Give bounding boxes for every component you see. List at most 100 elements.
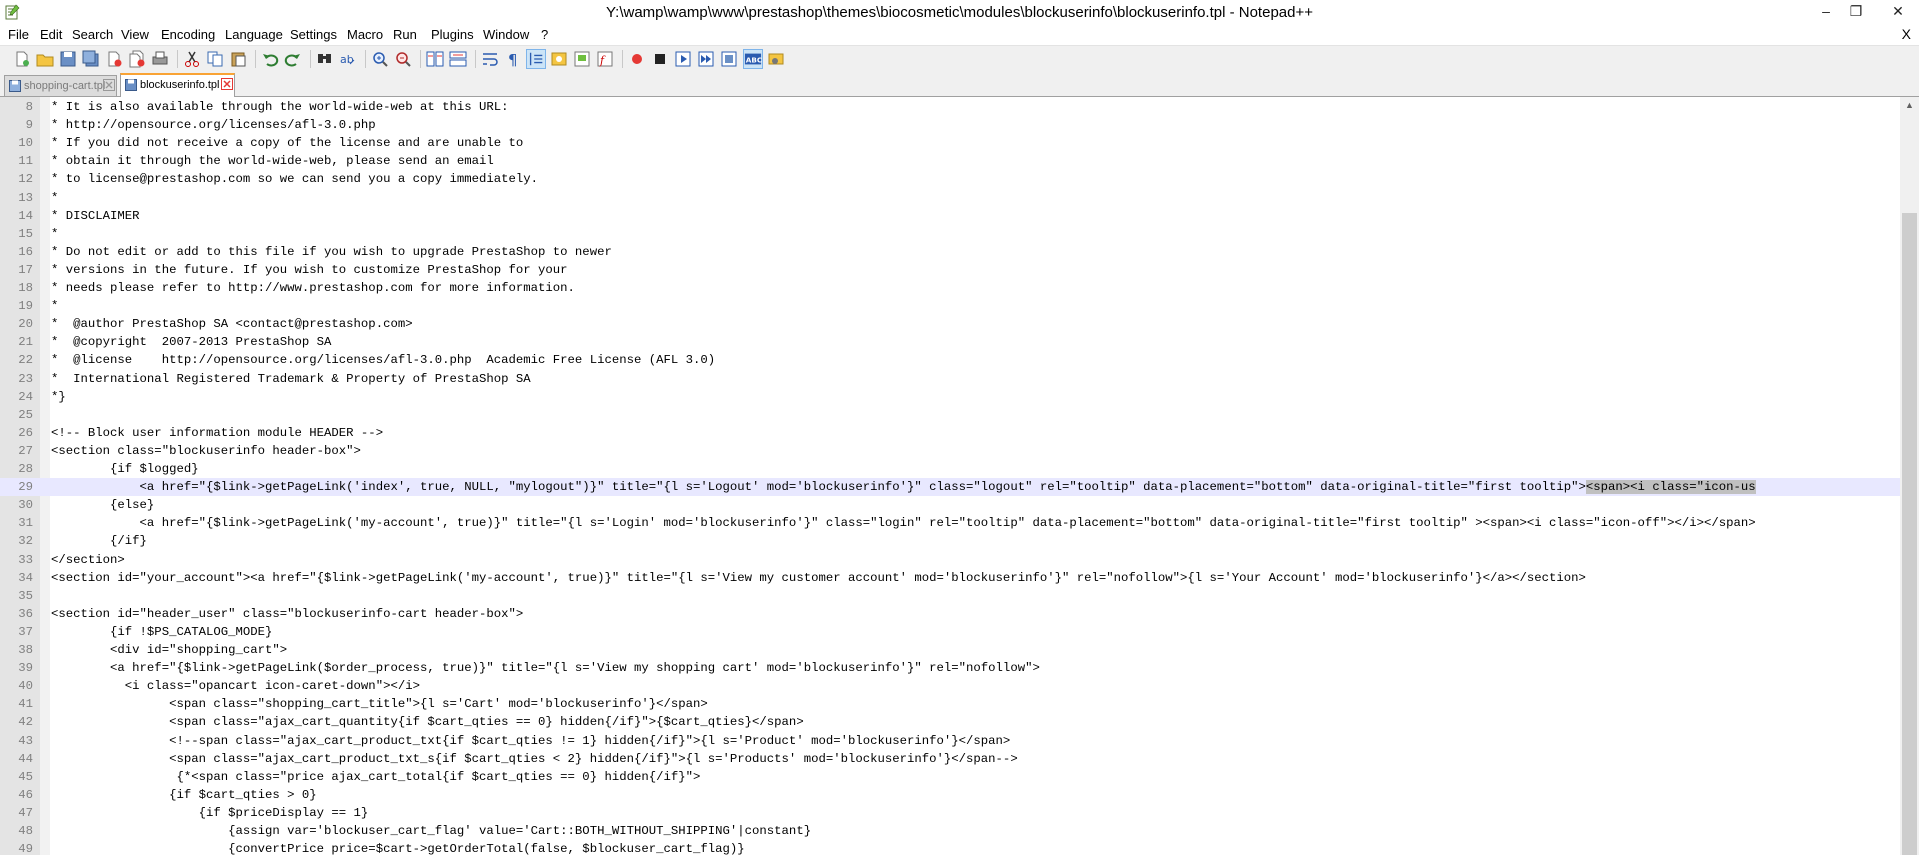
save-all-icon[interactable] (81, 49, 101, 69)
copy-icon[interactable] (205, 49, 225, 69)
code-line[interactable]: 44 <span class="ajax_cart_product_txt_s{… (0, 750, 1900, 768)
code-line[interactable]: 22 * @license http://opensource.org/licen… (0, 351, 1900, 369)
run-macro-multiple-icon[interactable] (696, 49, 716, 69)
code-line[interactable]: 13 * (0, 189, 1900, 207)
paste-icon[interactable] (228, 49, 248, 69)
user-lang-icon[interactable] (549, 49, 569, 69)
restore-button[interactable]: ❐ (1841, 0, 1871, 25)
zoom-in-icon[interactable] (370, 49, 390, 69)
indent-guide-icon[interactable] (526, 49, 546, 69)
new-file-icon[interactable] (12, 49, 32, 69)
play-macro-icon[interactable] (673, 49, 693, 69)
code-line[interactable]: 12 * to license@prestashop.com so we can … (0, 170, 1900, 188)
print-icon[interactable] (150, 49, 170, 69)
doc-map-icon[interactable] (572, 49, 592, 69)
code-line[interactable]: 17 * versions in the future. If you wish … (0, 261, 1900, 279)
sync-vertical-icon[interactable] (425, 49, 445, 69)
code-line[interactable]: 11 * obtain it through the world-wide-web… (0, 152, 1900, 170)
code-line[interactable]: 34 <section id="your_account"><a href="{$… (0, 569, 1900, 587)
code-line[interactable]: 28 {if $logged} (0, 460, 1900, 478)
code-line[interactable]: 9 * http://opensource.org/licenses/afl-3.… (0, 116, 1900, 134)
code-line[interactable]: 41 <span class="shopping_cart_title">{l … (0, 695, 1900, 713)
spell-check-icon[interactable]: ABC (743, 49, 763, 69)
code-line[interactable]: 27 <section class="blockuserinfo header-b… (0, 442, 1900, 460)
tab-close-icon[interactable] (221, 78, 233, 90)
code-line[interactable]: 18 * needs please refer to http://www.pre… (0, 279, 1900, 297)
menu-window[interactable]: Window (483, 26, 529, 43)
menu-run[interactable]: Run (393, 26, 417, 43)
redo-icon[interactable] (283, 49, 303, 69)
menu-encoding[interactable]: Encoding (161, 26, 215, 43)
code-line[interactable]: 14 * DISCLAIMER (0, 207, 1900, 225)
code-editor[interactable]: 8 * It is also available through the worl… (0, 97, 1900, 855)
replace-icon[interactable]: ab (338, 49, 358, 69)
show-all-chars-icon[interactable]: ¶ (503, 49, 523, 69)
vertical-scrollbar[interactable]: ▲ (1900, 97, 1919, 855)
code-line[interactable]: 21 * @copyright 2007-2013 PrestaShop SA (0, 333, 1900, 351)
menu-file[interactable]: File (8, 26, 29, 43)
code-line[interactable]: 25 (0, 406, 1900, 424)
find-icon[interactable] (315, 49, 335, 69)
code-line[interactable]: 42 <span class="ajax_cart_quantity{if $c… (0, 713, 1900, 731)
code-line[interactable]: 35 (0, 587, 1900, 605)
zoom-out-icon[interactable] (393, 49, 413, 69)
close-icon[interactable] (104, 49, 124, 69)
tab-shopping-cart[interactable]: shopping-cart.tpl (4, 75, 117, 96)
code-line[interactable]: 49 {convertPrice price=$cart->getOrderTo… (0, 840, 1900, 855)
code-line[interactable]: 45 {*<span class="price ajax_cart_total{… (0, 768, 1900, 786)
record-macro-icon[interactable] (627, 49, 647, 69)
code-line[interactable]: 39 <a href="{$link->getPageLink($order_p… (0, 659, 1900, 677)
code-line[interactable]: 43 <!--span class="ajax_cart_product_txt… (0, 732, 1900, 750)
plugin-icon[interactable] (766, 49, 786, 69)
code-line[interactable]: 19 * (0, 297, 1900, 315)
menu-language[interactable]: Language (225, 26, 283, 43)
word-wrap-icon[interactable] (480, 49, 500, 69)
code-line[interactable]: 8 * It is also available through the worl… (0, 98, 1900, 116)
menu-settings[interactable]: Settings (290, 26, 337, 43)
toolbar-separator (420, 50, 421, 68)
code-line[interactable]: 47 {if $priceDisplay == 1} (0, 804, 1900, 822)
line-text: <i class="opancart icon-caret-down"></i> (51, 677, 420, 695)
code-line[interactable]: 37 {if !$PS_CATALOG_MODE} (0, 623, 1900, 641)
code-line[interactable]: 16 * Do not edit or add to this file if y… (0, 243, 1900, 261)
code-line[interactable]: 48 {assign var='blockuser_cart_flag' val… (0, 822, 1900, 840)
line-number: 22 (18, 353, 33, 368)
code-line[interactable]: 24 *} (0, 388, 1900, 406)
menu-view[interactable]: View (121, 26, 149, 43)
code-line[interactable]: 15 * (0, 225, 1900, 243)
close-window-button[interactable]: ✕ (1880, 0, 1916, 25)
cut-icon[interactable] (182, 49, 202, 69)
tab-close-icon[interactable] (103, 79, 115, 91)
save-macro-icon[interactable] (719, 49, 739, 69)
function-list-icon[interactable]: f (595, 49, 615, 69)
code-line[interactable]: 40 <i class="opancart icon-caret-down"><… (0, 677, 1900, 695)
menu-plugins[interactable]: Plugins (431, 26, 474, 43)
code-line[interactable]: 26 <!-- Block user information module HEA… (0, 424, 1900, 442)
sync-horizontal-icon[interactable] (448, 49, 468, 69)
code-line[interactable]: 36 <section id="header_user" class="block… (0, 605, 1900, 623)
menu-edit[interactable]: Edit (40, 26, 62, 43)
save-icon[interactable] (58, 49, 78, 69)
tab-blockuserinfo[interactable]: blockuserinfo.tpl (120, 73, 235, 97)
stop-record-icon[interactable] (650, 49, 670, 69)
code-line[interactable]: 31 <a href="{$link->getPageLink('my-acco… (0, 514, 1900, 532)
scroll-up-icon[interactable]: ▲ (1900, 97, 1919, 114)
code-line[interactable]: 29 <a href="{$link->getPageLink('index',… (0, 478, 1900, 497)
code-line[interactable]: 32 {/if} (0, 532, 1900, 550)
close-all-icon[interactable] (127, 49, 147, 69)
code-line[interactable]: 30 {else} (0, 496, 1900, 514)
code-line[interactable]: 46 {if $cart_qties > 0} (0, 786, 1900, 804)
code-line[interactable]: 20 * @author PrestaShop SA <contact@prest… (0, 315, 1900, 333)
undo-icon[interactable] (260, 49, 280, 69)
code-line[interactable]: 23 * International Registered Trademark &… (0, 370, 1900, 388)
open-file-icon[interactable] (35, 49, 55, 69)
menu-help[interactable]: ? (541, 26, 548, 43)
minimize-button[interactable]: – (1811, 0, 1841, 25)
scrollbar-thumb[interactable] (1902, 213, 1917, 855)
menu-search[interactable]: Search (72, 26, 113, 43)
code-line[interactable]: 38 <div id="shopping_cart"> (0, 641, 1900, 659)
code-line[interactable]: 10 * If you did not receive a copy of the… (0, 134, 1900, 152)
code-line[interactable]: 33 </section> (0, 551, 1900, 569)
close-document-button[interactable]: X (1902, 26, 1911, 42)
menu-macro[interactable]: Macro (347, 26, 383, 43)
